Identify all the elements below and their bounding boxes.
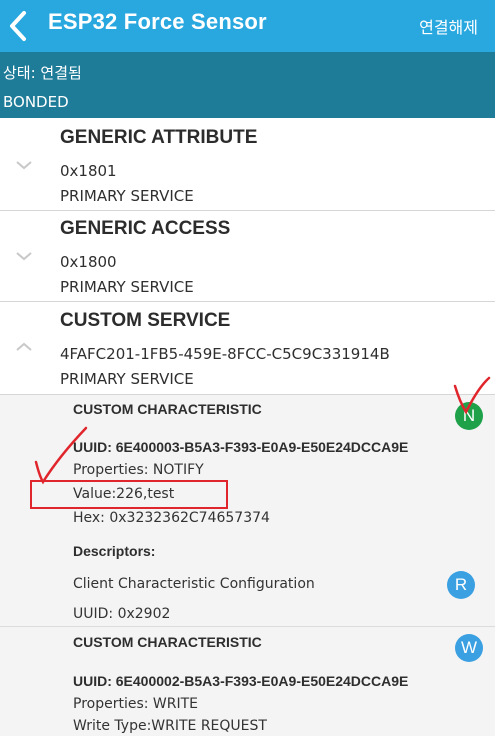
write-button[interactable]: W — [455, 634, 483, 662]
characteristic-name: CUSTOM CHARACTERISTIC — [73, 634, 262, 650]
service-type: PRIMARY SERVICE — [60, 187, 194, 205]
notify-button[interactable]: N — [455, 402, 483, 430]
service-type: PRIMARY SERVICE — [60, 370, 194, 388]
characteristic-name: CUSTOM CHARACTERISTIC — [73, 401, 262, 417]
back-button[interactable] — [6, 8, 38, 44]
app-title: ESP32 Force Sensor — [48, 9, 267, 34]
service-uuid: 0x1801 — [60, 162, 117, 180]
service-uuid: 4FAFC201-1FB5-459E-8FCC-C5C9C331914B — [60, 345, 390, 363]
characteristic-uuid: UUID: 6E400002-B5A3-F393-E0A9-E50E24DCCA… — [73, 673, 409, 689]
characteristic-write-type: Write Type:WRITE REQUEST — [73, 718, 267, 734]
service-row-custom-service[interactable]: CUSTOM SERVICE 4FAFC201-1FB5-459E-8FCC-C… — [0, 302, 495, 394]
service-row-generic-attribute[interactable]: GENERIC ATTRIBUTE 0x1801 PRIMARY SERVICE — [0, 118, 495, 210]
characteristic-properties: Properties: NOTIFY — [73, 462, 204, 478]
characteristic-properties: Properties: WRITE — [73, 696, 199, 712]
connection-state: 상태: 연결됨 — [3, 64, 82, 82]
service-name: GENERIC ACCESS — [60, 218, 231, 239]
divider — [0, 626, 495, 627]
characteristic-hex: Hex: 0x3232362C74657374 — [73, 510, 270, 526]
service-name: CUSTOM SERVICE — [60, 310, 231, 331]
connection-status-bar: 상태: 연결됨 BONDED — [0, 52, 495, 118]
chevron-down-icon[interactable] — [14, 249, 34, 263]
service-uuid: 0x1800 — [60, 253, 117, 271]
descriptor-uuid: UUID: 0x2902 — [73, 606, 171, 622]
service-name: GENERIC ATTRIBUTE — [60, 127, 258, 148]
app-bar: ESP32 Force Sensor 연결해제 — [0, 0, 495, 52]
chevron-left-icon — [10, 11, 26, 41]
descriptors-label: Descriptors: — [73, 543, 156, 559]
read-button[interactable]: R — [447, 571, 475, 599]
service-row-generic-access[interactable]: GENERIC ACCESS 0x1800 PRIMARY SERVICE — [0, 211, 495, 301]
value-highlight-box — [30, 480, 228, 509]
bond-state: BONDED — [3, 93, 69, 111]
characteristic-uuid: UUID: 6E400003-B5A3-F393-E0A9-E50E24DCCA… — [73, 439, 409, 455]
chevron-down-icon[interactable] — [14, 158, 34, 172]
service-type: PRIMARY SERVICE — [60, 278, 194, 296]
chevron-up-icon[interactable] — [14, 340, 34, 354]
descriptor-name: Client Characteristic Configuration — [73, 576, 315, 592]
disconnect-button[interactable]: 연결해제 — [419, 14, 478, 38]
